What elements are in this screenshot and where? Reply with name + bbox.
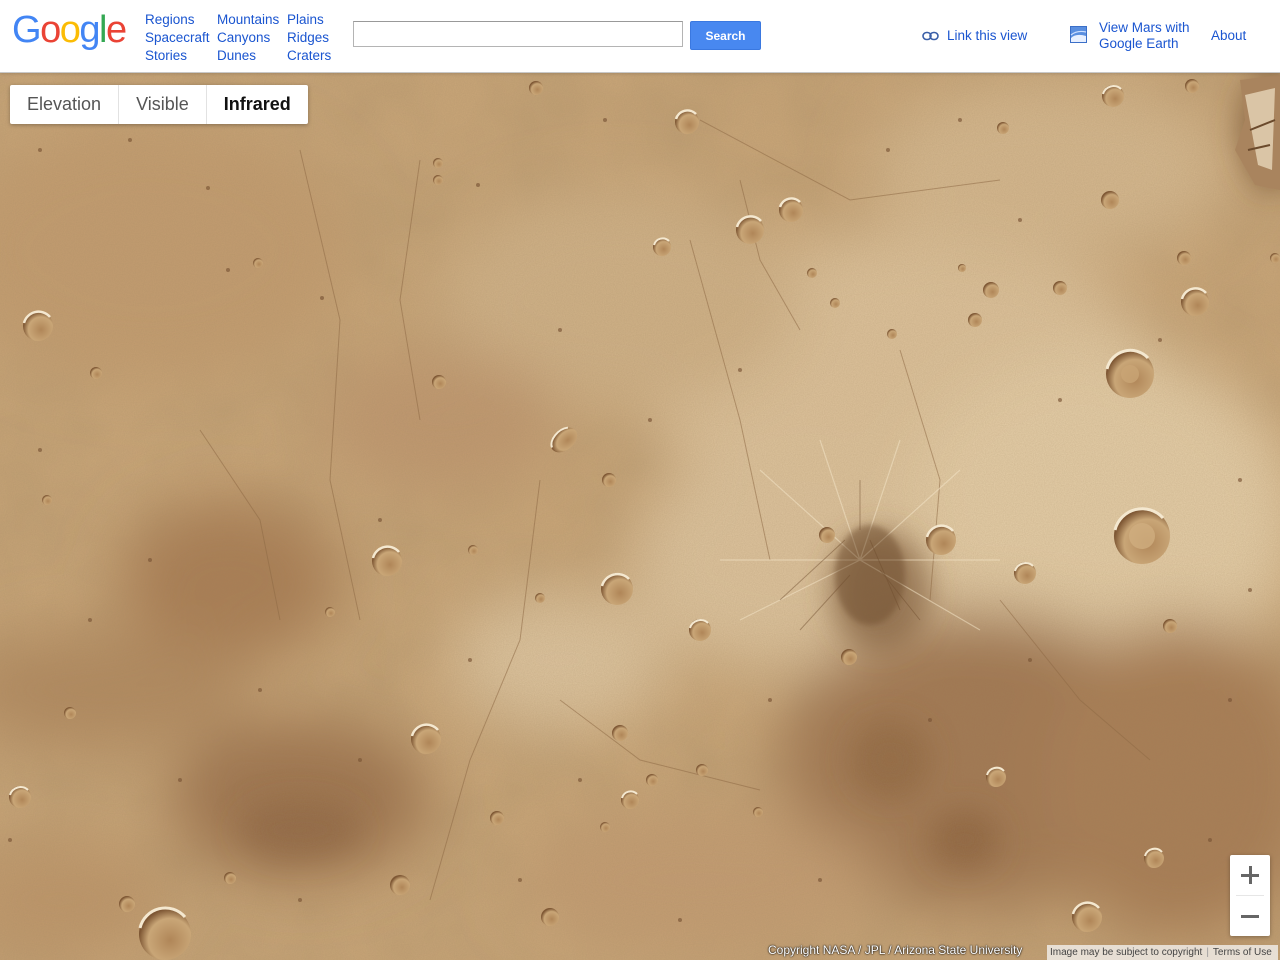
nav-link-ridges[interactable]: Ridges — [287, 29, 331, 47]
nav-column-2: Mountains Canyons Dunes — [217, 11, 279, 65]
nav-link-plains[interactable]: Plains — [287, 11, 331, 29]
link-this-view-label: Link this view — [947, 28, 1028, 43]
crater — [674, 109, 699, 134]
attribution-bar: Image may be subject to copyright | Terms … — [1047, 945, 1278, 960]
google-logo[interactable]: Google — [12, 9, 127, 51]
link-this-view[interactable]: Link this view — [922, 27, 1027, 45]
tab-elevation[interactable]: Elevation — [10, 85, 120, 124]
zoom-in-button[interactable] — [1230, 855, 1270, 895]
nav-column-1: Regions Spacecraft Stories — [145, 11, 210, 65]
nav-link-regions[interactable]: Regions — [145, 11, 210, 29]
nav-link-craters[interactable]: Craters — [287, 47, 331, 65]
nav-link-canyons[interactable]: Canyons — [217, 29, 279, 47]
map-layer-tabs: Elevation Visible Infrared — [10, 85, 308, 124]
logo-letter: l — [98, 9, 107, 51]
terms-of-use-link[interactable]: Terms of Use — [1213, 947, 1272, 958]
logo-letter: o — [40, 9, 61, 51]
link-icon — [922, 31, 939, 41]
tab-infrared[interactable]: Infrared — [207, 85, 308, 124]
zoom-out-button[interactable] — [1230, 896, 1270, 936]
top-bar: Google Regions Spacecraft Stories Mounta… — [0, 0, 1280, 73]
logo-letter: o — [59, 9, 81, 51]
view-mars-google-earth-label: View Mars with Google Earth — [1099, 20, 1190, 51]
zoom-control — [1230, 855, 1270, 936]
nav-column-3: Plains Ridges Craters — [287, 11, 331, 65]
google-earth-icon — [1070, 26, 1087, 43]
about-link[interactable]: About — [1211, 27, 1246, 45]
copyright-notice: Image may be subject to copyright — [1050, 947, 1203, 958]
nav-link-dunes[interactable]: Dunes — [217, 47, 279, 65]
nav-link-spacecraft[interactable]: Spacecraft — [145, 29, 210, 47]
imagery-copyright: Copyright NASA / JPL / Arizona State Uni… — [768, 943, 1023, 957]
nav-link-stories[interactable]: Stories — [145, 47, 210, 65]
mars-map[interactable] — [0, 73, 1280, 960]
tab-visible[interactable]: Visible — [119, 85, 207, 124]
mars-terrain-imagery — [0, 73, 1280, 960]
attribution-separator: | — [1206, 947, 1209, 958]
search-input[interactable] — [353, 21, 683, 47]
logo-letter: G — [12, 9, 42, 51]
logo-letter: g — [79, 9, 100, 51]
logo-letter: e — [105, 9, 127, 51]
search-button[interactable]: Search — [690, 21, 761, 50]
nav-link-mountains[interactable]: Mountains — [217, 11, 279, 29]
